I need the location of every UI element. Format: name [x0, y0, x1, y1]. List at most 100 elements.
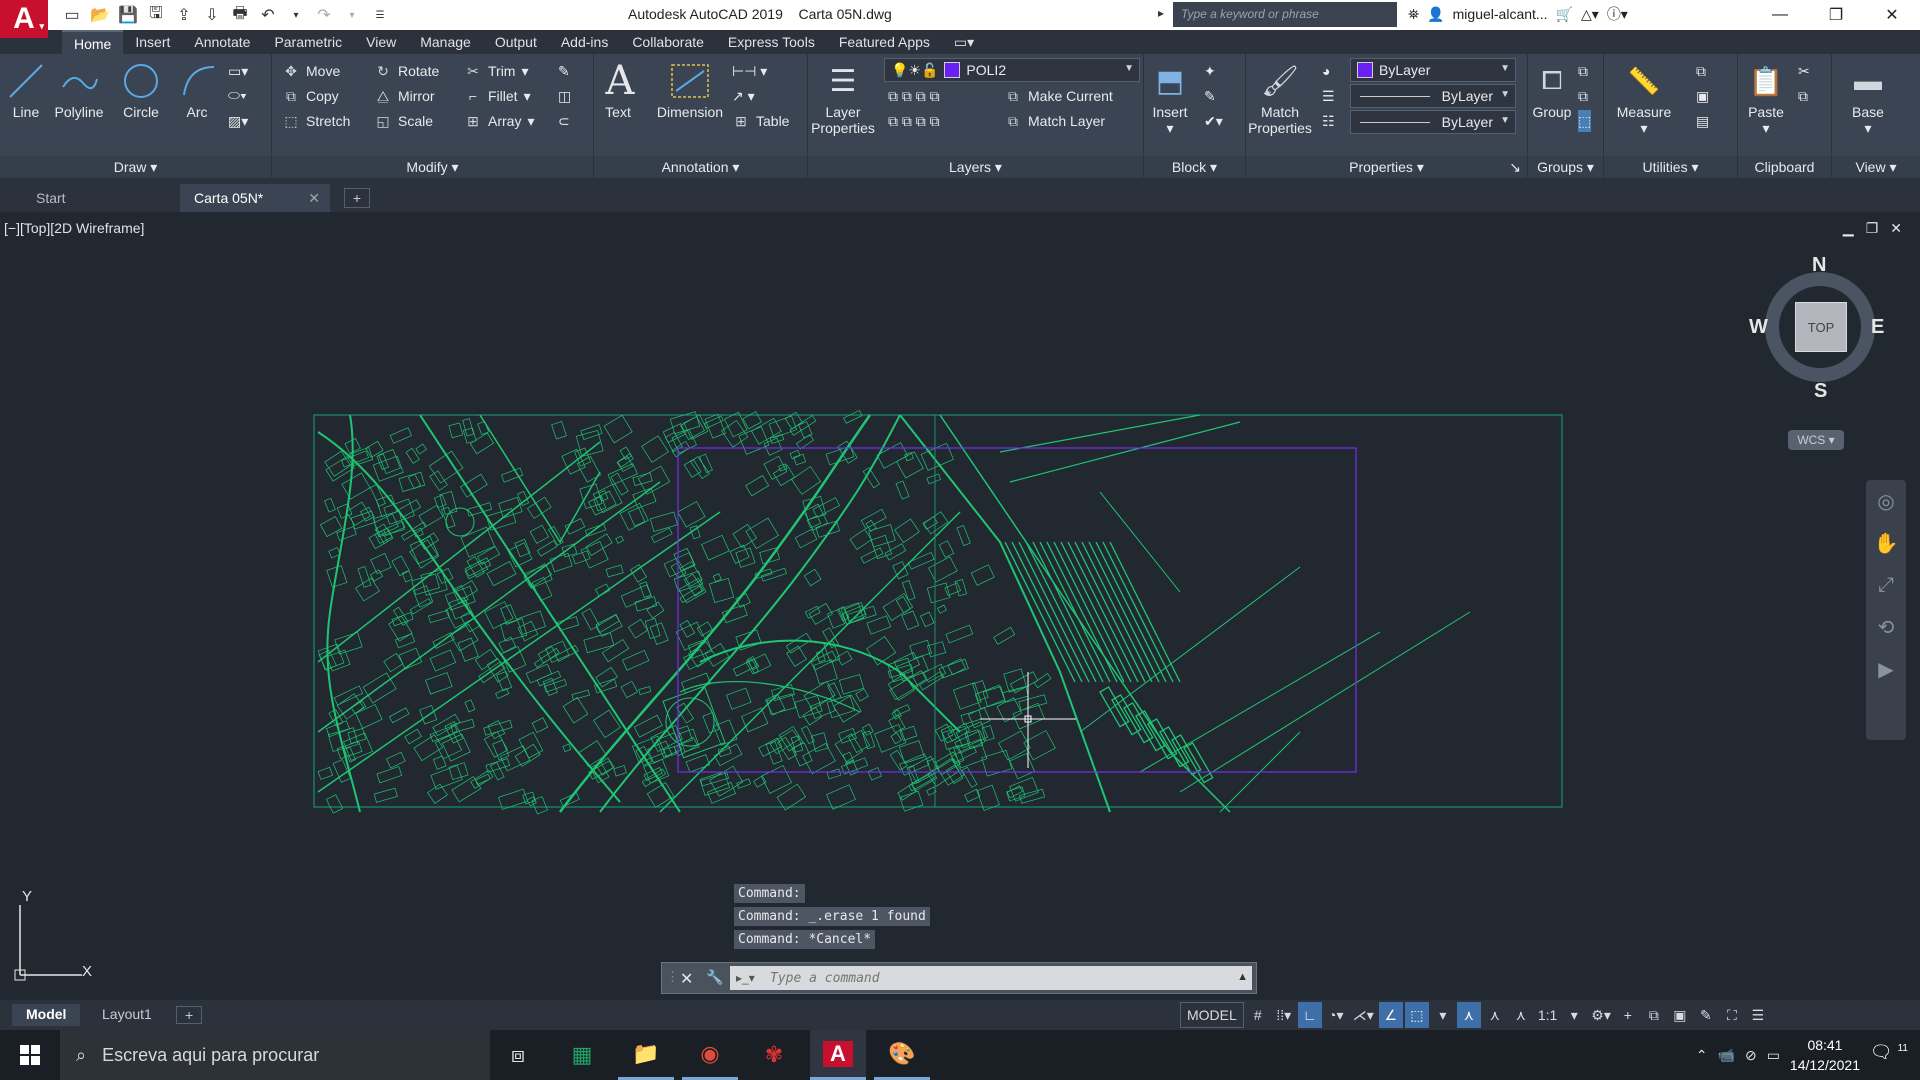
quick-properties-icon[interactable]: ▣: [1668, 1002, 1692, 1028]
move-button[interactable]: ✥ Move: [282, 60, 340, 82]
ellipse-icon[interactable]: ⬭▾: [228, 84, 247, 106]
tab-start[interactable]: Start: [22, 184, 174, 212]
line-button[interactable]: Line: [4, 58, 48, 120]
tab-view[interactable]: View: [354, 30, 408, 54]
search-expand-icon[interactable]: ▸: [1158, 6, 1164, 20]
linear-dim-icon[interactable]: ⊢⊣ ▾: [732, 60, 767, 82]
text-button[interactable]: A Text: [598, 58, 638, 120]
layers-panel-title[interactable]: Layers ▾: [808, 156, 1143, 178]
rotate-button[interactable]: ↻ Rotate: [374, 60, 439, 82]
open-web-icon[interactable]: ⇪: [172, 3, 196, 27]
viewcube[interactable]: TOP N S E W: [1749, 254, 1887, 402]
tab-insert[interactable]: Insert: [123, 30, 182, 54]
polyline-button[interactable]: Polyline: [50, 58, 108, 120]
isolate-objects-icon[interactable]: ✎: [1694, 1002, 1718, 1028]
meet-now-icon[interactable]: 📹: [1718, 1047, 1735, 1064]
chrome-app-icon[interactable]: ◉: [682, 1030, 738, 1080]
annotation-visibility-icon[interactable]: ⋏: [1456, 1002, 1481, 1028]
scale-button[interactable]: ◱ Scale: [374, 110, 433, 132]
match-properties-button[interactable]: 🖌 Match Properties: [1248, 58, 1312, 137]
file-explorer-icon[interactable]: 📁: [618, 1030, 674, 1080]
tab-home[interactable]: Home: [62, 30, 124, 54]
utilities-panel-title[interactable]: Utilities ▾: [1604, 156, 1737, 178]
modify-panel-title[interactable]: Modify ▾: [272, 156, 593, 178]
system-clock[interactable]: 08:41 14/12/2021: [1790, 1035, 1860, 1075]
new-layout-button[interactable]: +: [176, 1006, 203, 1024]
leader-icon[interactable]: ↗ ▾: [732, 85, 755, 107]
close-button[interactable]: ✕: [1864, 0, 1920, 30]
clipboard-panel-title[interactable]: Clipboard: [1738, 156, 1831, 178]
save-icon[interactable]: 💾: [116, 3, 140, 27]
zoom-extents-icon[interactable]: ⤢: [1866, 564, 1906, 606]
annotation-panel-title[interactable]: Annotation ▾: [594, 156, 807, 178]
user-name[interactable]: miguel-alcant...: [1453, 6, 1548, 22]
rectangle-icon[interactable]: ▭▾: [228, 60, 248, 82]
draw-panel-title[interactable]: Draw ▾: [0, 156, 271, 178]
tab-output[interactable]: Output: [483, 30, 549, 54]
customize-qat-icon[interactable]: ☰: [368, 3, 392, 27]
base-button[interactable]: ▬ Base ▾: [1846, 58, 1890, 137]
insert-button[interactable]: ⬒ Insert ▾: [1146, 58, 1194, 137]
layout-tab-layout1[interactable]: Layout1: [88, 1004, 166, 1026]
match-layer-button[interactable]: ⧉ Match Layer: [1004, 110, 1105, 132]
workspace-gear-icon[interactable]: ⚙▾: [1588, 1002, 1614, 1028]
tab-parametric[interactable]: Parametric: [262, 30, 354, 54]
quick-select-icon[interactable]: ⧉: [1696, 60, 1706, 82]
tab-express-tools[interactable]: Express Tools: [716, 30, 827, 54]
stretch-button[interactable]: ⬚ Stretch: [282, 110, 350, 132]
binoculars-icon[interactable]: ⛯: [1408, 6, 1419, 23]
plot-icon[interactable]: 🖶: [228, 3, 252, 27]
tab-annotate[interactable]: Annotate: [182, 30, 262, 54]
block-panel-title[interactable]: Block ▾: [1144, 156, 1245, 178]
object-snap-icon[interactable]: ⬚: [1404, 1002, 1429, 1028]
save-as-icon[interactable]: 🖫: [144, 3, 168, 27]
scale-display[interactable]: 1:1: [1535, 1002, 1560, 1028]
compass-north[interactable]: N: [1812, 254, 1826, 277]
make-current-button[interactable]: ⧉ Make Current: [1004, 85, 1113, 107]
save-web-icon[interactable]: ⇩: [200, 3, 224, 27]
command-line-customize-icon[interactable]: 🔧: [706, 969, 723, 986]
lineweight-icon[interactable]: ☷: [1322, 110, 1335, 132]
attribute-icon[interactable]: ✔▾: [1204, 110, 1223, 132]
offset-icon[interactable]: ⊂: [558, 110, 570, 132]
battery-icon[interactable]: ▭: [1767, 1047, 1780, 1064]
mirror-button[interactable]: ⧋ Mirror: [374, 85, 435, 107]
annotation-monitor-icon[interactable]: +: [1616, 1002, 1640, 1028]
app-icon-butterfly[interactable]: ✾: [746, 1030, 802, 1080]
layout-tab-model[interactable]: Model: [12, 1004, 81, 1026]
linetype-icon[interactable]: ☰: [1322, 85, 1335, 107]
copy-clip-icon[interactable]: ⧉: [1798, 85, 1808, 107]
group-button[interactable]: ⧠ Group: [1530, 58, 1574, 120]
arc-button[interactable]: Arc: [176, 58, 218, 120]
new-tab-button[interactable]: +: [344, 188, 370, 208]
cart-icon[interactable]: 🛒: [1556, 6, 1573, 23]
linetype-dropdown[interactable]: ByLayer ▼: [1350, 84, 1516, 108]
command-line-close-icon[interactable]: ✕: [680, 969, 693, 989]
close-tab-icon[interactable]: ✕: [308, 190, 320, 207]
select-all-icon[interactable]: ▣: [1696, 85, 1709, 107]
undo-icon[interactable]: ↶: [256, 3, 280, 27]
trim-button[interactable]: ✂ Trim ▾: [464, 60, 528, 82]
task-view-icon[interactable]: ⧈: [490, 1030, 546, 1080]
compass-east[interactable]: E: [1871, 316, 1884, 339]
ortho-mode-icon[interactable]: ∟: [1297, 1002, 1322, 1028]
orbit-icon[interactable]: ⟲: [1866, 606, 1906, 648]
steering-wheel-icon[interactable]: ◎: [1866, 480, 1906, 522]
drawing-viewport[interactable]: [−][Top][2D Wireframe] ▁ ❐ ✕ TOP N S E W…: [0, 212, 1920, 1000]
scale-dropdown-icon[interactable]: ▾: [1562, 1002, 1586, 1028]
edit-block-icon[interactable]: ✎: [1204, 85, 1216, 107]
color-dropdown[interactable]: ByLayer ▼: [1350, 58, 1516, 82]
create-block-icon[interactable]: ✦: [1204, 60, 1216, 82]
isometric-icon[interactable]: ⋌▾: [1350, 1002, 1377, 1028]
help-icon[interactable]: ⓘ▾: [1607, 4, 1628, 24]
redo-dropdown-icon[interactable]: ▾: [340, 3, 364, 27]
paint-app-icon[interactable]: 🎨: [874, 1030, 930, 1080]
map-drawing[interactable]: [0, 212, 1920, 1000]
copy-button[interactable]: ⧉ Copy: [282, 85, 339, 107]
tab-current-drawing[interactable]: Carta 05N* ✕: [180, 184, 330, 212]
layer-dropdown[interactable]: 💡☀🔓 POLI2 ▼: [884, 58, 1140, 82]
object-snap-menu-icon[interactable]: ▾: [1431, 1002, 1455, 1028]
erase-icon[interactable]: ✎: [558, 60, 570, 82]
autocad-taskbar-icon[interactable]: A: [810, 1030, 866, 1080]
autodesk-icon[interactable]: △▾: [1581, 6, 1599, 23]
